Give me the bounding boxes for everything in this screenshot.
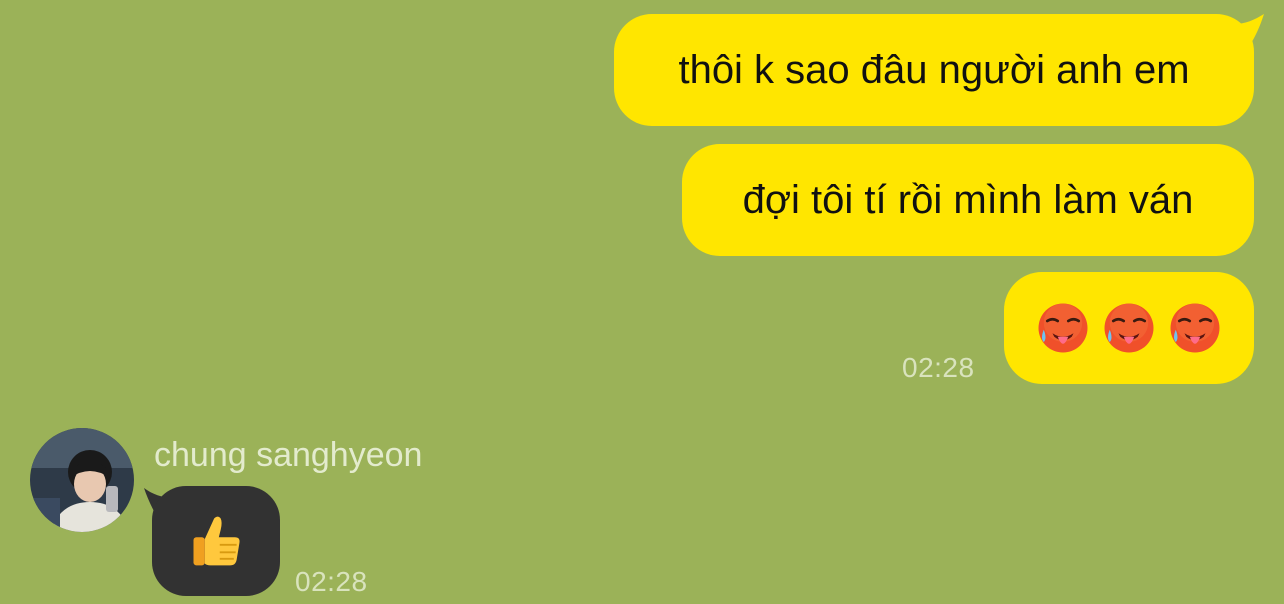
hot-face-emoji-icon [1170,303,1220,353]
avatar[interactable] [30,428,134,532]
thumbs-up-emoji-icon [193,516,240,566]
incoming-emoji-message[interactable] [152,486,280,596]
message-timestamp: 02:28 [902,352,975,383]
profile-photo-icon [30,428,134,532]
outgoing-message[interactable]: thôi k sao đâu người anh em [614,14,1254,126]
message-text: thôi k sao đâu người anh em [678,48,1190,92]
message-timestamp: 02:28 [295,566,368,597]
outgoing-emoji-message[interactable] [1004,272,1254,384]
hot-face-emoji-icon [1038,303,1088,353]
emoji-row [1035,300,1223,356]
hot-face-emoji-icon [1104,303,1154,353]
sender-name: chung sanghyeon [154,436,423,474]
message-text: đợi tôi tí rồi mình làm ván [742,178,1194,222]
outgoing-message[interactable]: đợi tôi tí rồi mình làm ván [682,144,1254,256]
